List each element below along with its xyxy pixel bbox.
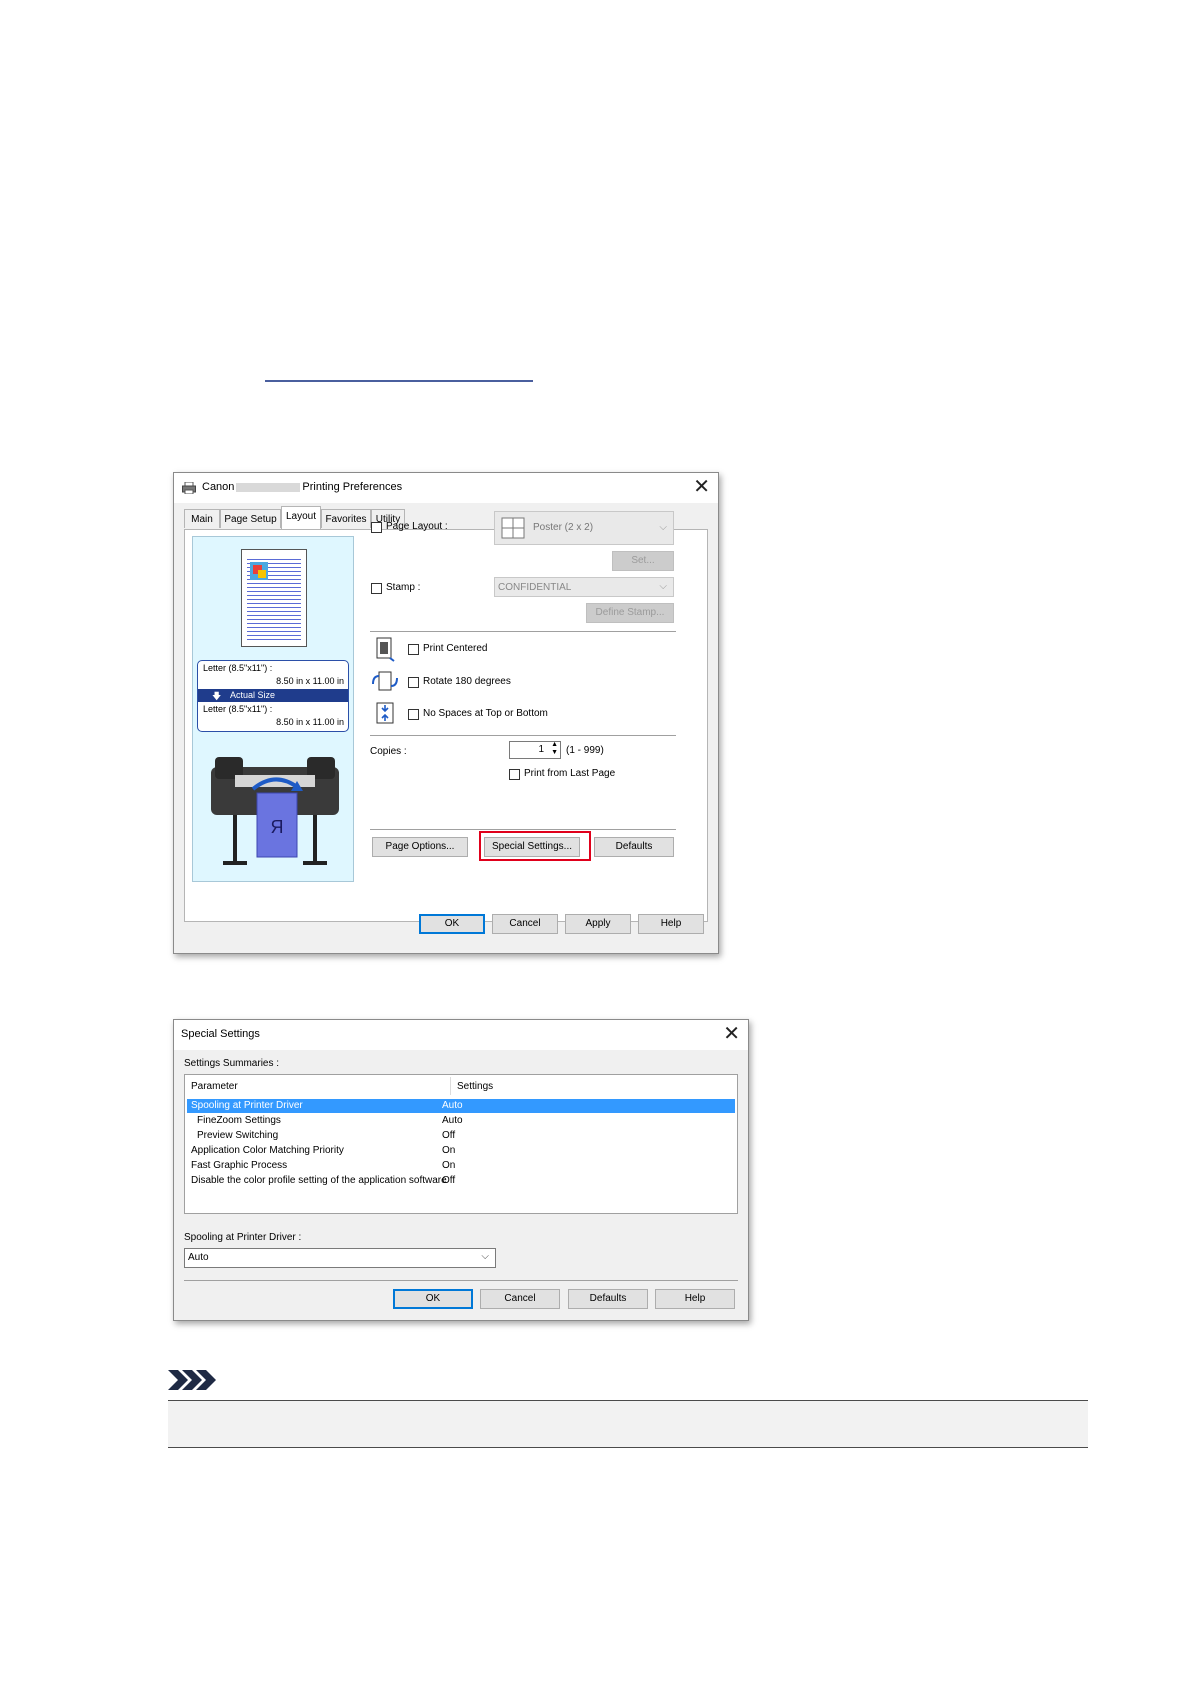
table-row[interactable]: Fast Graphic Process On <box>187 1159 735 1173</box>
settings-summary-list[interactable]: Parameter Settings Spooling at Printer D… <box>184 1074 738 1214</box>
printer-icon <box>182 482 196 494</box>
print-from-last-page-label: Print from Last Page <box>524 768 616 779</box>
tab-main[interactable]: Main <box>184 509 220 528</box>
apply-button[interactable]: Apply <box>565 914 631 934</box>
page-preview <box>241 549 307 647</box>
define-stamp-button[interactable]: Define Stamp... <box>586 603 674 623</box>
column-divider <box>450 1077 451 1095</box>
column-header-settings[interactable]: Settings <box>457 1081 493 1092</box>
copies-value: 1 <box>538 744 544 755</box>
stamp-select[interactable]: CONFIDENTIAL ⌵ <box>494 577 674 597</box>
no-spaces-icon <box>376 702 394 724</box>
source-size: Letter (8.5"x11") : <box>203 663 273 673</box>
settings-summaries-label: Settings Summaries : <box>184 1058 280 1069</box>
chevron-down-icon: ⌵ <box>481 1251 489 1262</box>
scaling-mode: Actual Size <box>230 690 276 700</box>
table-row[interactable]: Spooling at Printer Driver Auto <box>187 1099 735 1113</box>
poster-layout-icon <box>501 517 525 539</box>
close-icon[interactable]: ✕ <box>723 1023 740 1045</box>
table-row[interactable]: Preview Switching Off <box>187 1129 735 1143</box>
help-button[interactable]: Help <box>655 1289 735 1309</box>
link-underline[interactable] <box>265 380 533 382</box>
help-button[interactable]: Help <box>638 914 704 934</box>
tab-page-setup[interactable]: Page Setup <box>220 509 281 528</box>
print-centered-label: Print Centered <box>423 643 488 654</box>
column-header-parameter[interactable]: Parameter <box>191 1081 238 1092</box>
preview-pane: Letter (8.5"x11") : 8.50 in x 11.00 in 🡇… <box>192 536 354 882</box>
dialog-title: Special Settings <box>181 1028 260 1040</box>
chevron-down-icon: ⌵ <box>659 522 667 533</box>
cancel-button[interactable]: Cancel <box>480 1289 560 1309</box>
table-row[interactable]: FineZoom Settings Auto <box>187 1114 735 1128</box>
large-format-printer-illustration: R <box>211 757 339 865</box>
print-centered-checkbox[interactable] <box>408 644 419 655</box>
chevron-down-icon: ⌵ <box>659 581 667 592</box>
spooling-value: Auto <box>188 1252 209 1263</box>
stamp-label: Stamp : <box>386 582 421 593</box>
separator <box>184 1280 738 1281</box>
down-arrow-icon: 🡇 <box>212 691 222 701</box>
rotate-180-icon <box>372 671 398 691</box>
print-centered-icon <box>376 637 395 662</box>
rotate-180-label: Rotate 180 degrees <box>423 676 511 687</box>
page-layout-value: Poster (2 x 2) <box>533 522 594 533</box>
spooling-select[interactable]: Auto ⌵ <box>184 1248 496 1268</box>
image-thumbnail-icon <box>250 562 268 580</box>
output-size: Letter (8.5"x11") : <box>203 704 273 714</box>
paper-size-info: Letter (8.5"x11") : 8.50 in x 11.00 in 🡇… <box>197 660 349 732</box>
copies-stepper[interactable]: 1 ▲ ▼ <box>509 741 561 759</box>
page-layout-label: Page Layout : <box>386 521 448 532</box>
note-box <box>168 1400 1088 1448</box>
special-settings-callout <box>479 831 591 861</box>
title-bar: Special Settings ✕ <box>174 1020 748 1050</box>
separator <box>370 829 676 830</box>
copies-range: (1 - 999) <box>566 745 604 756</box>
source-dims: 8.50 in x 11.00 in <box>276 676 344 686</box>
spooling-label: Spooling at Printer Driver : <box>184 1232 302 1243</box>
mirrored-r-glyph: R <box>271 817 284 837</box>
page-layout-checkbox[interactable] <box>371 522 382 533</box>
table-row[interactable]: Disable the color profile setting of the… <box>187 1174 735 1188</box>
print-from-last-page-checkbox[interactable] <box>509 769 520 780</box>
page-layout-select[interactable]: Poster (2 x 2) ⌵ <box>494 511 674 545</box>
ok-button[interactable]: OK <box>419 914 485 934</box>
stamp-checkbox[interactable] <box>371 583 382 594</box>
printing-preferences-dialog: Canon Printing Preferences ✕ Main Page Se… <box>173 472 719 954</box>
stamp-value: CONFIDENTIAL <box>498 582 572 593</box>
copies-label: Copies : <box>370 746 407 757</box>
no-spaces-label: No Spaces at Top or Bottom <box>423 708 548 719</box>
layout-defaults-button[interactable]: Defaults <box>594 837 674 857</box>
tab-favorites[interactable]: Favorites <box>321 509 371 528</box>
model-name-redaction <box>236 482 301 492</box>
title-bar: Canon Printing Preferences ✕ <box>174 473 718 503</box>
output-dims: 8.50 in x 11.00 in <box>276 717 344 727</box>
ok-button[interactable]: OK <box>393 1289 473 1309</box>
spin-arrows-icon[interactable]: ▲ ▼ <box>551 741 558 757</box>
page-options-button[interactable]: Page Options... <box>372 837 468 857</box>
tab-layout[interactable]: Layout <box>281 506 321 529</box>
defaults-button[interactable]: Defaults <box>568 1289 648 1309</box>
close-icon[interactable]: ✕ <box>693 476 710 498</box>
separator <box>370 631 676 632</box>
no-spaces-checkbox[interactable] <box>408 709 419 720</box>
table-row[interactable]: Application Color Matching Priority On <box>187 1144 735 1158</box>
special-settings-dialog: Special Settings ✕ Settings Summaries : … <box>173 1019 749 1321</box>
set-button[interactable]: Set... <box>612 551 674 571</box>
separator <box>370 735 676 736</box>
rotate-180-checkbox[interactable] <box>408 677 419 688</box>
dialog-title: Canon Printing Preferences <box>202 481 403 493</box>
note-chevrons-icon <box>168 1370 216 1390</box>
cancel-button[interactable]: Cancel <box>492 914 558 934</box>
